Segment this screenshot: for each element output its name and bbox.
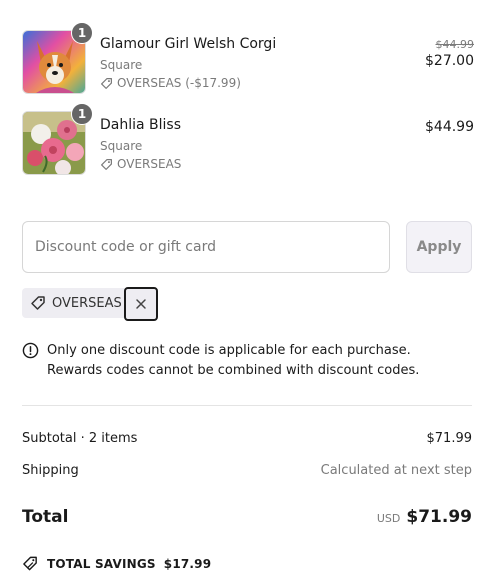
total-value: $71.99 xyxy=(406,507,472,527)
subtotal-row: Subtotal · 2 items $71.99 xyxy=(22,431,472,446)
tag-icon xyxy=(31,296,45,310)
item-discount-label: OVERSEAS xyxy=(117,157,182,171)
info-icon xyxy=(22,342,39,359)
tag-icon xyxy=(101,158,112,170)
total-savings: TOTAL SAVINGS $17.99 xyxy=(22,555,211,572)
shipping-value: Calculated at next step xyxy=(320,463,472,478)
item-discount: OVERSEAS (-$17.99) xyxy=(100,76,241,90)
original-price: $44.99 xyxy=(435,38,475,51)
product-variant: Square xyxy=(100,139,143,153)
item-discount-label: OVERSEAS (-$17.99) xyxy=(117,76,241,90)
subtotal-value: $71.99 xyxy=(426,431,473,446)
total-label: Total xyxy=(22,507,69,527)
item-discount: OVERSEAS xyxy=(100,157,181,171)
tags-icon xyxy=(23,556,37,571)
shipping-label: Shipping xyxy=(22,463,79,478)
discount-form: Apply xyxy=(22,221,474,273)
remove-discount-button[interactable] xyxy=(124,287,158,321)
current-price: $27.00 xyxy=(425,53,474,69)
discount-notice: Only one discount code is applicable for… xyxy=(22,341,474,381)
line-item: 1 Glamour Girl Welsh Corgi Square OVERSE… xyxy=(22,22,474,94)
price-column: $44.99 $27.00 xyxy=(425,38,474,69)
subtotal-label: Subtotal · 2 items xyxy=(22,431,138,446)
savings-value: $17.99 xyxy=(163,556,212,571)
total-row: Total USD $71.99 xyxy=(22,507,472,527)
notice-line-1: Only one discount code is applicable for… xyxy=(47,343,411,358)
discount-code-input[interactable] xyxy=(22,221,390,273)
notice-line-2: Rewards codes cannot be combined with di… xyxy=(47,363,420,378)
line-item: 1 Dahlia Bliss Square OVERSEAS $44.99 xyxy=(22,103,474,175)
current-price: $44.99 xyxy=(425,119,474,135)
quantity-badge: 1 xyxy=(71,22,93,44)
savings-label: TOTAL SAVINGS xyxy=(47,556,156,571)
currency-code: USD xyxy=(376,512,401,525)
close-icon xyxy=(136,299,146,309)
total-amount: USD $71.99 xyxy=(377,507,472,527)
applied-discount-code: OVERSEAS xyxy=(52,295,122,311)
product-variant: Square xyxy=(100,58,143,72)
apply-button[interactable]: Apply xyxy=(406,221,472,273)
shipping-row: Shipping Calculated at next step xyxy=(22,463,472,478)
divider xyxy=(22,405,472,406)
notice-text: Only one discount code is applicable for… xyxy=(47,341,419,381)
product-title: Glamour Girl Welsh Corgi xyxy=(100,36,277,52)
price-column: $44.99 xyxy=(425,117,474,135)
tag-icon xyxy=(101,77,112,89)
quantity-badge: 1 xyxy=(71,103,93,125)
product-title: Dahlia Bliss xyxy=(100,117,182,133)
